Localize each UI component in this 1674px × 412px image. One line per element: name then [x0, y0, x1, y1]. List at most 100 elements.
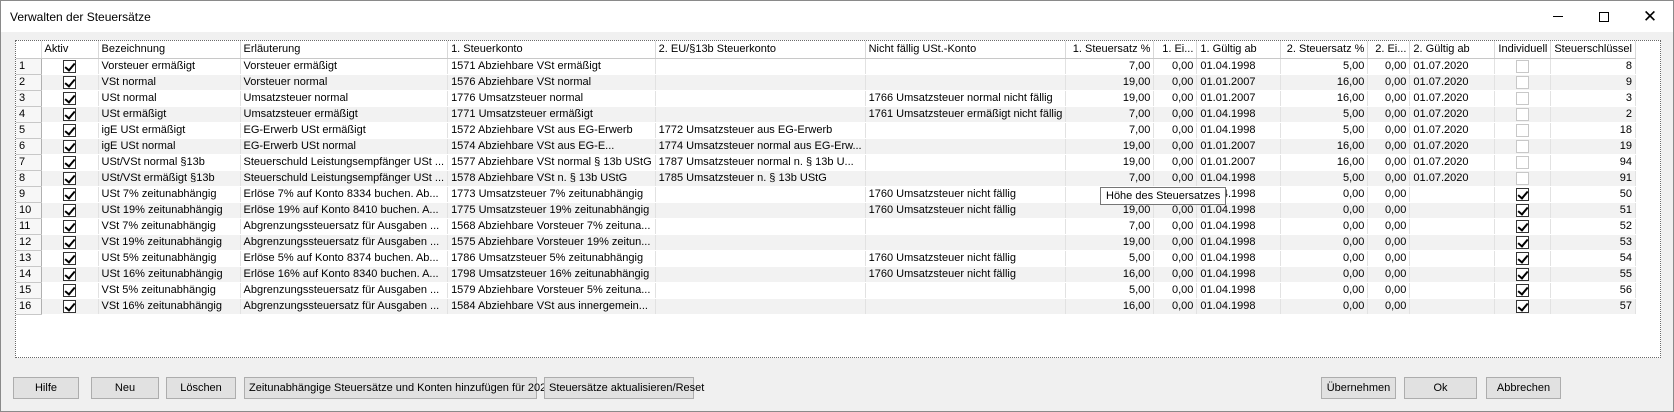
steuersatz-2-cell[interactable]: 0,00 — [1280, 202, 1369, 219]
ei-2-cell[interactable]: 0,00 — [1367, 186, 1411, 203]
nicht-faellig-cell[interactable]: 1760 Umsatzsteuer nicht fällig — [865, 202, 1067, 219]
gueltig-ab-2-cell[interactable] — [1409, 218, 1496, 235]
erlaeuterung-cell[interactable]: Erlöse 19% auf Konto 8410 buchen. A... — [240, 202, 449, 219]
bezeichnung-cell[interactable]: VSt 7% zeitunabhängig — [98, 218, 241, 235]
erlaeuterung-cell[interactable]: Abgrenzungssteuersatz für Ausgaben ... — [240, 234, 449, 251]
steuersatz-1-cell[interactable]: 19,00 — [1065, 74, 1155, 91]
steuersatz-2-cell[interactable]: 16,00 — [1280, 154, 1369, 171]
nicht-faellig-cell[interactable] — [865, 282, 1067, 299]
steuersatz-1-cell[interactable]: 19,00 — [1065, 234, 1155, 251]
nicht-faellig-cell[interactable] — [865, 218, 1067, 235]
row-number-cell[interactable]: 11 — [16, 218, 42, 235]
aktiv-checkbox[interactable] — [63, 155, 76, 169]
individuell-checkbox[interactable] — [1516, 267, 1530, 281]
steuerschluessel-cell[interactable]: 8 — [1550, 58, 1636, 75]
steuerkonto-1-cell[interactable]: 1576 Abziehbare VSt normal — [447, 74, 656, 91]
steuerkonto-1-cell[interactable]: 1578 Abziehbare VSt n. § 13b UStG — [447, 170, 656, 187]
column-header-steuersatz-1[interactable]: 1. Steuersatz % — [1065, 41, 1155, 59]
maximize-button[interactable] — [1581, 1, 1627, 32]
table-row[interactable]: 15 VSt 5% zeitunabhängig Abgrenzungssteuer… — [16, 282, 1636, 299]
gueltig-ab-2-cell[interactable] — [1409, 186, 1496, 203]
steuerschluessel-cell[interactable]: 51 — [1550, 202, 1636, 219]
nicht-faellig-cell[interactable] — [865, 122, 1067, 139]
gueltig-ab-2-cell[interactable]: 01.07.2020 — [1409, 74, 1496, 91]
row-number-cell[interactable]: 2 — [16, 74, 42, 91]
gueltig-ab-2-cell[interactable] — [1409, 234, 1496, 251]
aktiv-checkbox[interactable] — [63, 59, 76, 73]
steuerschluessel-cell[interactable]: 9 — [1550, 74, 1636, 91]
bezeichnung-cell[interactable]: igE USt normal — [98, 138, 241, 155]
aktiv-checkbox[interactable] — [63, 91, 76, 105]
steuerkonto-2-cell[interactable] — [655, 282, 866, 299]
steuerkonto-2-cell[interactable]: 1774 Umsatzsteuer normal aus EG-Erw... — [655, 138, 866, 155]
cancel-button[interactable]: Abbrechen — [1486, 377, 1561, 399]
nicht-faellig-cell[interactable]: 1760 Umsatzsteuer nicht fällig — [865, 186, 1067, 203]
ei-2-cell[interactable]: 0,00 — [1367, 202, 1411, 219]
row-number-cell[interactable]: 12 — [16, 234, 42, 251]
gueltig-ab-2-cell[interactable]: 01.07.2020 — [1409, 106, 1496, 123]
individuell-checkbox[interactable] — [1516, 235, 1530, 249]
ei-1-cell[interactable]: 0,00 — [1153, 154, 1198, 171]
gueltig-ab-1-cell[interactable]: 01.04.1998 — [1196, 170, 1282, 187]
steuersatz-1-cell[interactable]: 5,00 — [1065, 282, 1155, 299]
gueltig-ab-1-cell[interactable]: 01.04.1998 — [1196, 122, 1282, 139]
erlaeuterung-cell[interactable]: Erlöse 16% auf Konto 8340 buchen. A... — [240, 266, 449, 283]
steuerschluessel-cell[interactable]: 2 — [1550, 106, 1636, 123]
row-number-cell[interactable]: 13 — [16, 250, 42, 267]
steuerschluessel-cell[interactable]: 50 — [1550, 186, 1636, 203]
ei-2-cell[interactable]: 0,00 — [1367, 106, 1411, 123]
nicht-faellig-cell[interactable] — [865, 170, 1067, 187]
row-number-cell[interactable]: 14 — [16, 266, 42, 283]
ei-2-cell[interactable]: 0,00 — [1367, 282, 1411, 299]
row-number-cell[interactable]: 4 — [16, 106, 42, 123]
gueltig-ab-1-cell[interactable]: 01.01.2007 — [1196, 138, 1282, 155]
delete-button[interactable]: Löschen — [166, 377, 236, 399]
steuerschluessel-cell[interactable]: 57 — [1550, 298, 1636, 315]
steuersatz-1-cell[interactable]: 7,00 — [1065, 122, 1155, 139]
erlaeuterung-cell[interactable]: Abgrenzungssteuersatz für Ausgaben ... — [240, 218, 449, 235]
row-number-cell[interactable]: 7 — [16, 154, 42, 171]
row-number-cell[interactable]: 9 — [16, 186, 42, 203]
individuell-checkbox[interactable] — [1516, 251, 1530, 265]
steuersatz-2-cell[interactable]: 16,00 — [1280, 138, 1369, 155]
aktiv-checkbox[interactable] — [63, 123, 76, 137]
steuersatz-1-cell[interactable]: 7,00 — [1065, 106, 1155, 123]
column-header-steuerkonto-2[interactable]: 2. EU/§13b Steuerkonto — [655, 41, 866, 59]
steuersatz-1-cell[interactable]: 7,00 — [1065, 218, 1155, 235]
add-2020-rates-button[interactable]: Zeitunabhängige Steuersätze und Konten h… — [244, 377, 552, 399]
tax-rates-grid[interactable]: Aktiv Bezeichnung Erläuterung 1. Steuerk… — [15, 40, 1661, 358]
individuell-checkbox[interactable] — [1516, 299, 1530, 313]
bezeichnung-cell[interactable]: VSt normal — [98, 74, 241, 91]
bezeichnung-cell[interactable]: VSt 5% zeitunabhängig — [98, 282, 241, 299]
nicht-faellig-cell[interactable] — [865, 298, 1067, 315]
steuerkonto-2-cell[interactable] — [655, 90, 866, 107]
gueltig-ab-2-cell[interactable] — [1409, 266, 1496, 283]
nicht-faellig-cell[interactable]: 1760 Umsatzsteuer nicht fällig — [865, 266, 1067, 283]
steuersatz-1-cell[interactable]: 16,00 — [1065, 266, 1155, 283]
steuersatz-2-cell[interactable]: 5,00 — [1280, 122, 1369, 139]
steuerkonto-2-cell[interactable] — [655, 106, 866, 123]
steuersatz-1-cell[interactable]: 5,00 — [1065, 250, 1155, 267]
ei-2-cell[interactable]: 0,00 — [1367, 234, 1411, 251]
bezeichnung-cell[interactable]: USt 16% zeitunabhängig — [98, 266, 241, 283]
ei-1-cell[interactable]: 0,00 — [1153, 266, 1198, 283]
aktiv-checkbox[interactable] — [63, 203, 76, 217]
gueltig-ab-1-cell[interactable]: 01.04.1998 — [1196, 58, 1282, 75]
row-number-cell[interactable]: 6 — [16, 138, 42, 155]
gueltig-ab-2-cell[interactable]: 01.07.2020 — [1409, 138, 1496, 155]
steuerkonto-1-cell[interactable]: 1579 Abziehbare Vorsteuer 5% zeituna... — [447, 282, 656, 299]
steuerkonto-1-cell[interactable]: 1776 Umsatzsteuer normal — [447, 90, 656, 107]
erlaeuterung-cell[interactable]: Abgrenzungssteuersatz für Ausgaben ... — [240, 282, 449, 299]
ei-1-cell[interactable]: 0,00 — [1153, 122, 1198, 139]
steuerschluessel-cell[interactable]: 18 — [1550, 122, 1636, 139]
gueltig-ab-2-cell[interactable]: 01.07.2020 — [1409, 58, 1496, 75]
steuersatz-2-cell[interactable]: 0,00 — [1280, 250, 1369, 267]
aktiv-checkbox[interactable] — [63, 187, 76, 201]
ei-2-cell[interactable]: 0,00 — [1367, 218, 1411, 235]
ei-1-cell[interactable]: 0,00 — [1153, 138, 1198, 155]
table-row[interactable]: 1 Vorsteuer ermäßigt Vorsteuer ermäßigt 157… — [16, 58, 1636, 75]
erlaeuterung-cell[interactable]: Steuerschuld Leistungsempfänger USt ... — [240, 170, 449, 187]
erlaeuterung-cell[interactable]: EG-Erwerb USt ermäßigt — [240, 122, 449, 139]
steuersatz-2-cell[interactable]: 16,00 — [1280, 74, 1369, 91]
gueltig-ab-2-cell[interactable]: 01.07.2020 — [1409, 170, 1496, 187]
